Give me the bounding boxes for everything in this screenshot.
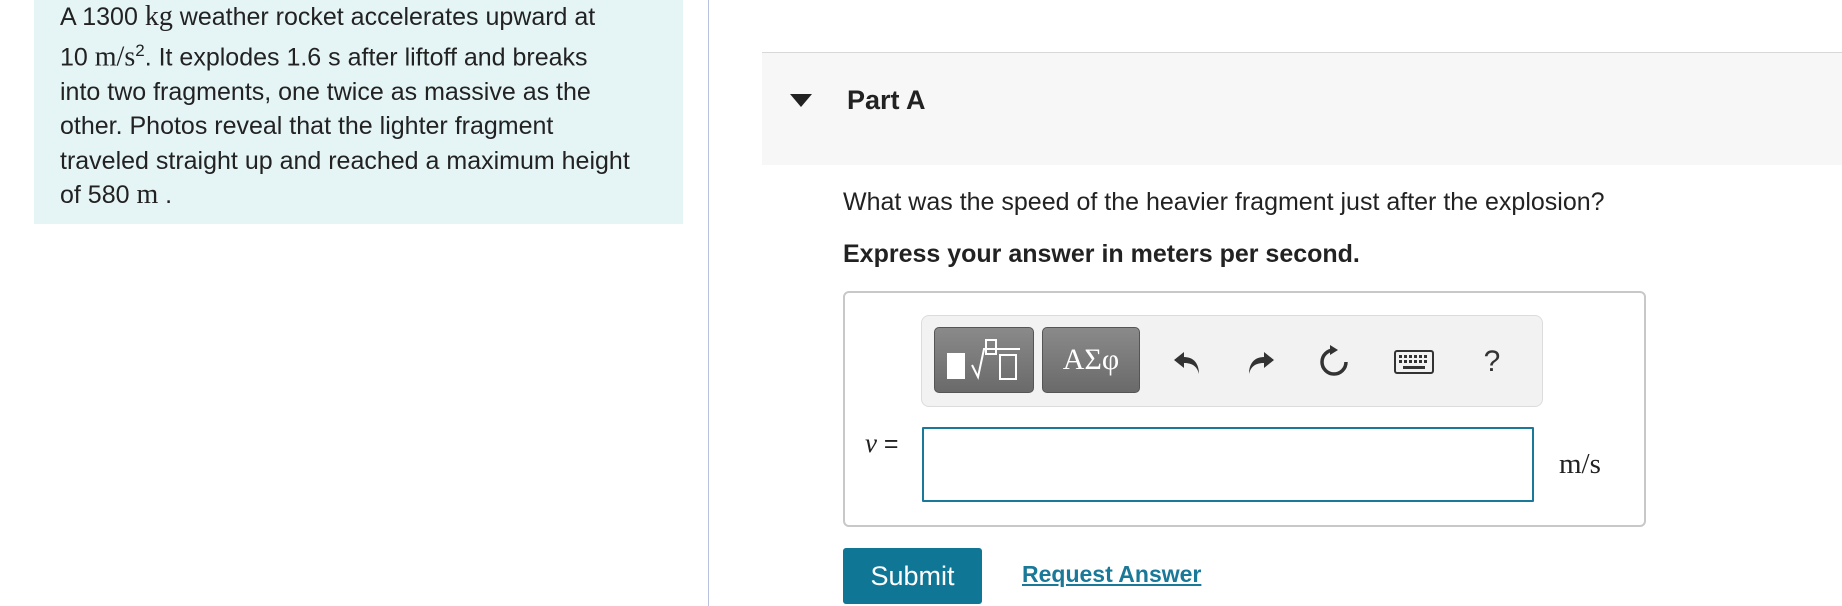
answer-input[interactable] (922, 427, 1534, 502)
part-a-header[interactable]: Part A (762, 52, 1842, 165)
instruction-text: Express your answer in meters per second… (843, 240, 1360, 268)
variable-label: v = (865, 428, 899, 459)
collapse-caret-icon[interactable] (790, 94, 812, 107)
greek-symbols-icon: ΑΣφ (1062, 343, 1120, 376)
redo-icon[interactable] (1240, 342, 1280, 382)
problem-text-segment: of 580 (60, 180, 137, 209)
answer-box: ΑΣφ ? v = m/s (843, 291, 1646, 527)
problem-text-segment: into two fragments, one twice as massive… (60, 77, 591, 106)
part-title: Part A (847, 85, 926, 115)
equals-sign: = (876, 430, 899, 458)
problem-statement: A 1300 kg weather rocket accelerates upw… (34, 0, 683, 224)
problem-text-segment: A 1300 (60, 3, 145, 31)
problem-text-segment: weather rocket accelerates upward at (172, 3, 596, 31)
accel-exponent: 2 (135, 41, 145, 61)
reset-icon[interactable] (1314, 342, 1354, 382)
problem-text: A 1300 kg weather rocket accelerates upw… (60, 0, 683, 212)
problem-text-segment: traveled straight up and reached a maxim… (60, 146, 630, 175)
submit-button[interactable]: Submit (843, 548, 982, 604)
templates-icon (947, 339, 1020, 380)
accel-value: 10 (60, 43, 95, 72)
templates-button[interactable] (934, 327, 1034, 393)
mass-unit: kg (144, 1, 173, 32)
help-icon[interactable]: ? (1472, 342, 1512, 382)
undo-icon[interactable] (1168, 342, 1208, 382)
problem-text-segment: . It explodes 1.6 s after liftoff and br… (144, 43, 588, 72)
problem-text-segment: other. Photos reveal that the lighter fr… (60, 112, 554, 141)
request-answer-link[interactable]: Request Answer (1022, 561, 1201, 588)
accel-unit: m/s (94, 41, 136, 73)
variable-symbol: v (865, 428, 877, 458)
question-text: What was the speed of the heavier fragme… (843, 188, 1605, 216)
unit-label: m/s (1559, 448, 1601, 480)
greek-symbols-button[interactable]: ΑΣφ (1042, 327, 1140, 393)
panel-divider (708, 0, 709, 606)
keyboard-icon[interactable] (1392, 342, 1436, 382)
height-unit: m (136, 178, 159, 210)
problem-text-segment: . (158, 180, 173, 209)
math-toolbar: ΑΣφ ? (921, 315, 1543, 407)
